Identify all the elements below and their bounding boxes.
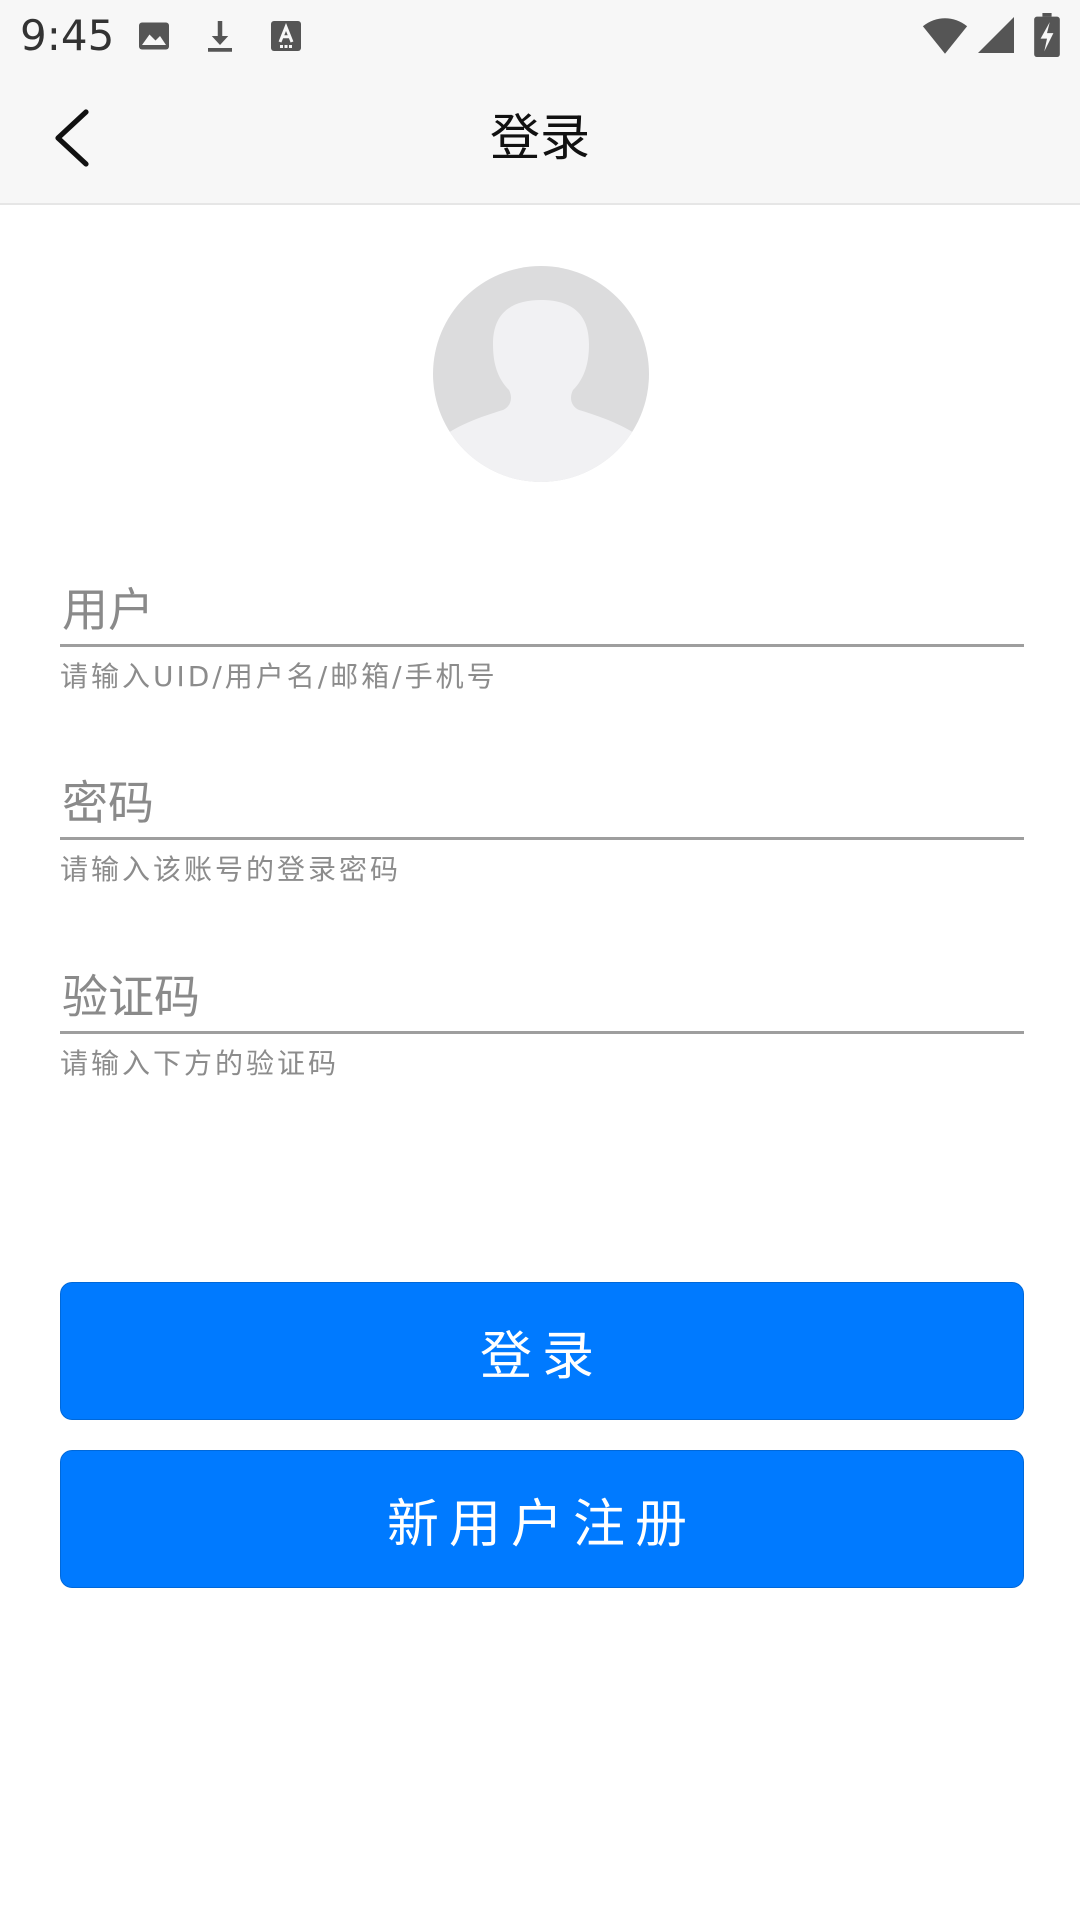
- app-bar: 登录: [0, 72, 1080, 205]
- captcha-hint: 请输入下方的验证码: [60, 1047, 340, 1080]
- username-underline: [60, 644, 1024, 647]
- username-hint: 请输入UID/用户名/邮箱/手机号: [60, 660, 498, 693]
- user-placeholder-icon: [433, 300, 649, 482]
- signal-icon: [978, 17, 1014, 53]
- password-underline: [60, 837, 1024, 840]
- password-field[interactable]: 密码 请输入该账号的登录密码: [60, 771, 1024, 890]
- image-icon: [139, 22, 169, 50]
- status-bar: 9:45: [0, 0, 1080, 72]
- captcha-underline: [60, 1031, 1024, 1034]
- battery-charging-icon: [1034, 13, 1060, 57]
- text-a-icon: [271, 21, 301, 51]
- login-button[interactable]: 登录: [60, 1282, 1024, 1420]
- captcha-field[interactable]: 验证码 请输入下方的验证码: [60, 965, 1024, 1084]
- password-hint: 请输入该账号的登录密码: [60, 853, 402, 886]
- page-title: 登录: [490, 109, 590, 167]
- download-icon: [208, 21, 232, 52]
- captcha-label: 验证码: [62, 970, 200, 1024]
- username-field[interactable]: 用户 请输入UID/用户名/邮箱/手机号: [60, 578, 1024, 697]
- password-label: 密码: [62, 776, 154, 830]
- avatar[interactable]: [433, 266, 649, 482]
- register-button[interactable]: 新用户注册: [60, 1450, 1024, 1588]
- wifi-icon: [922, 18, 968, 54]
- status-time: 9:45: [20, 11, 115, 60]
- username-label: 用户: [62, 583, 154, 637]
